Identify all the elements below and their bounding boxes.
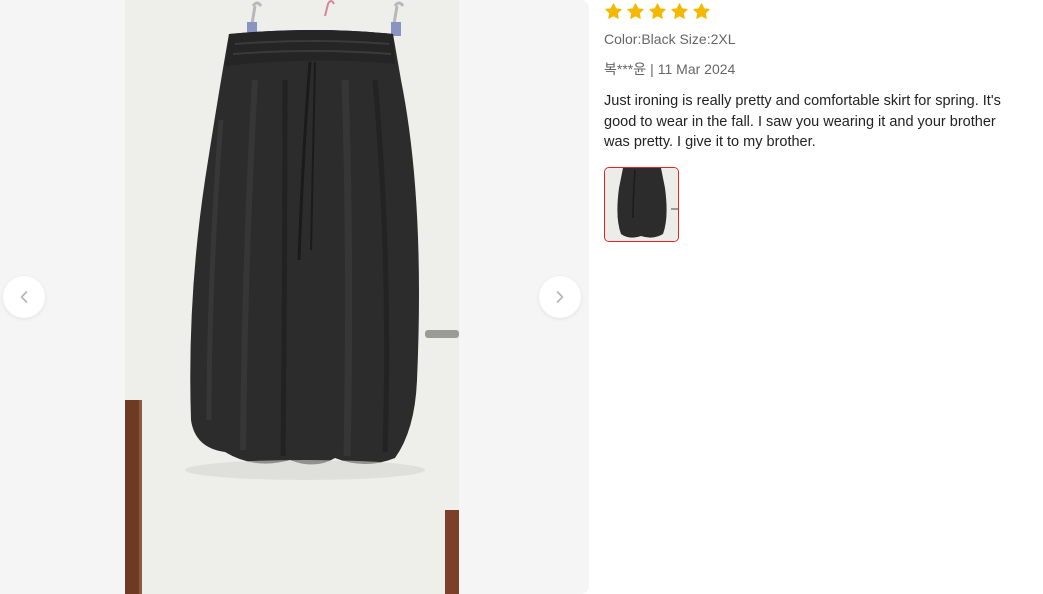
- reviewer-name: 복***윤: [604, 61, 647, 77]
- next-image-button[interactable]: [539, 276, 581, 318]
- chevron-right-icon: [556, 291, 564, 303]
- star-rating: [604, 2, 711, 21]
- chevron-left-icon: [20, 291, 28, 303]
- star-icon: [649, 3, 666, 19]
- review-image-gallery: [0, 0, 589, 594]
- star-icon: [671, 3, 688, 19]
- skirt-thumbnail-image: [605, 168, 678, 241]
- review-photo[interactable]: [125, 0, 459, 594]
- meta-separator: |: [650, 61, 654, 77]
- review-text: Just ironing is really pretty and comfor…: [604, 93, 1001, 150]
- review-meta: 복***윤 | 11 Mar 2024: [604, 59, 735, 79]
- star-icon: [627, 3, 644, 19]
- product-variant: Color:Black Size:2XL: [604, 31, 736, 47]
- star-icon: [605, 3, 622, 19]
- star-icon: [693, 3, 710, 19]
- review-thumbnail[interactable]: [604, 167, 679, 242]
- previous-image-button[interactable]: [3, 276, 45, 318]
- review-date: 11 Mar 2024: [657, 61, 736, 77]
- skirt-photo-image: [125, 0, 459, 594]
